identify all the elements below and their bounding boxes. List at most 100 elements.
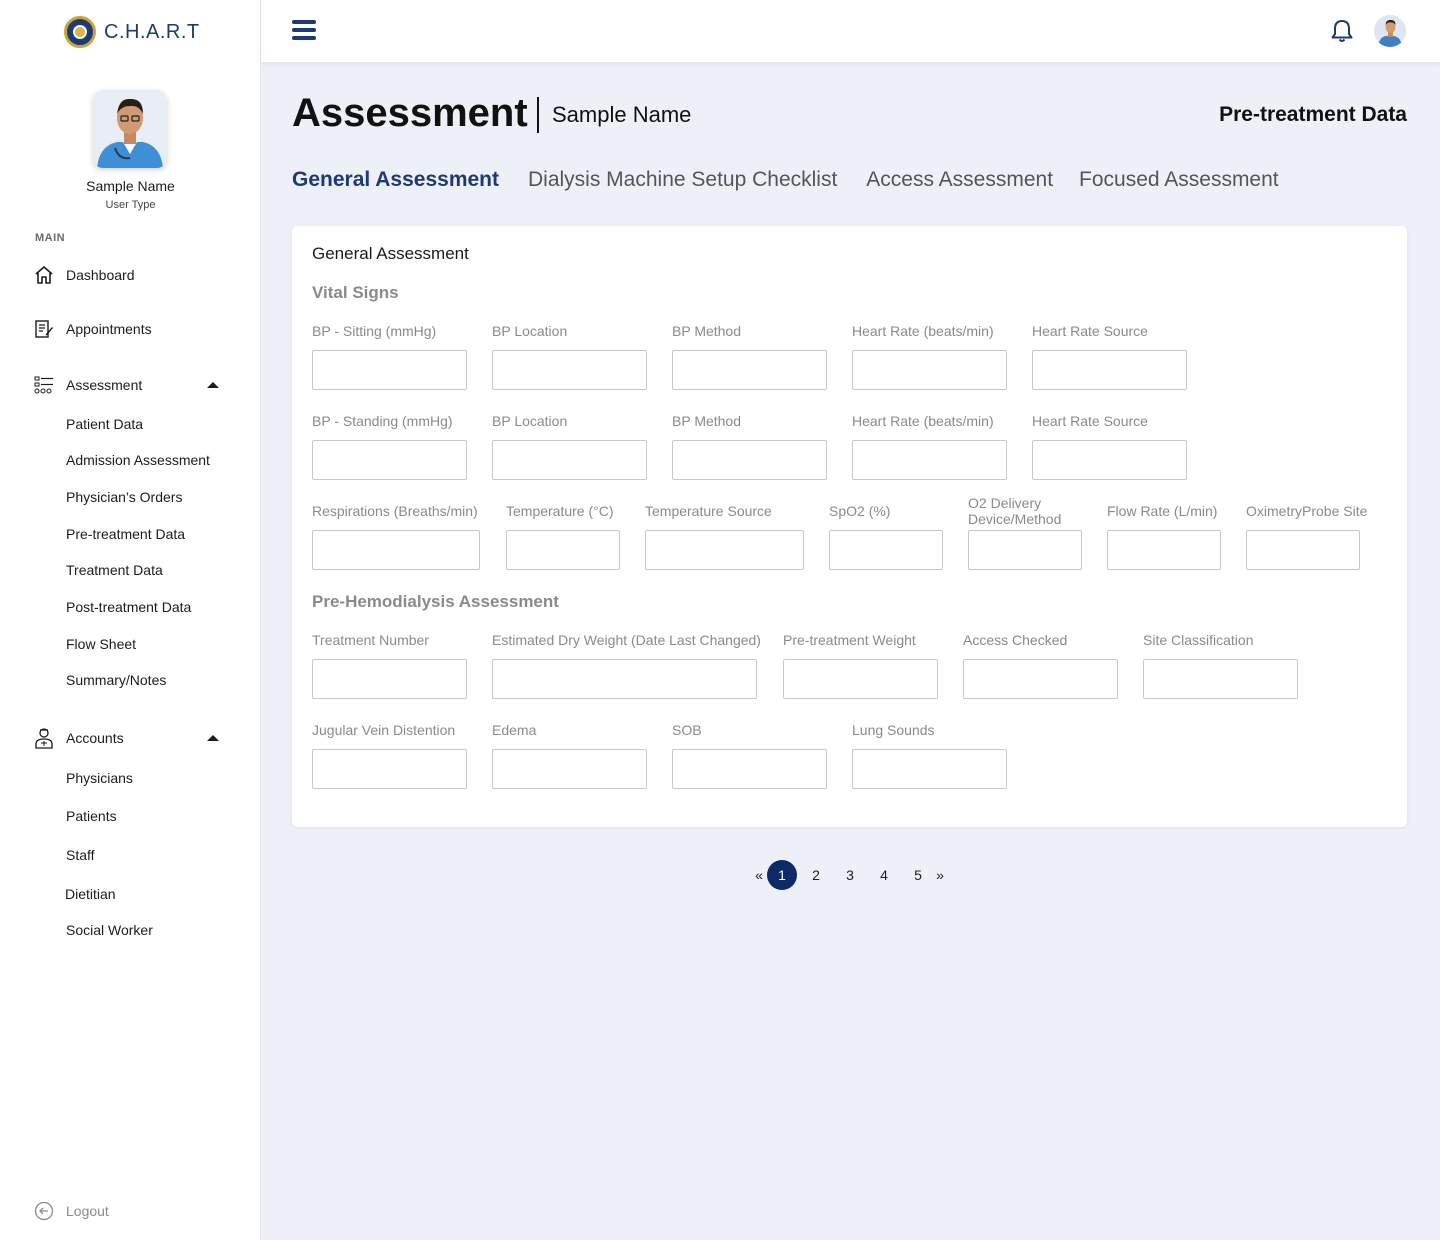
title-divider (537, 97, 539, 133)
lung-sounds-input[interactable] (852, 749, 1007, 789)
spo2-input[interactable] (829, 530, 943, 570)
app-logo[interactable]: C.H.A.R.T (64, 16, 200, 48)
pagination-page-2[interactable]: 2 (808, 860, 824, 890)
bp-method-standing-label: BP Method (672, 413, 742, 429)
assessment-tabs: General Assessment Dialysis Machine Setu… (292, 168, 1308, 192)
sidebar-subitem-dietitian[interactable]: Dietitian (65, 886, 116, 902)
sidebar-item-label: Accounts (66, 730, 124, 746)
sob-input[interactable] (672, 749, 827, 789)
logout-button[interactable]: Logout (34, 1201, 109, 1221)
estimated-dry-weight-input[interactable] (492, 659, 757, 699)
tab-dialysis-machine-setup-checklist[interactable]: Dialysis Machine Setup Checklist (528, 168, 837, 192)
sidebar-item-accounts[interactable]: Accounts (34, 728, 124, 749)
pagination-prev-button[interactable]: « (752, 860, 766, 890)
collapse-caret-icon[interactable] (207, 382, 219, 388)
access-checked-input[interactable] (963, 659, 1118, 699)
assessment-list-icon (34, 375, 54, 395)
tab-general-assessment[interactable]: General Assessment (292, 168, 499, 192)
jugular-vein-distention-label: Jugular Vein Distention (312, 722, 456, 738)
bp-method-standing-input[interactable] (672, 440, 827, 480)
tab-focused-assessment[interactable]: Focused Assessment (1079, 168, 1279, 192)
tab-access-assessment[interactable]: Access Assessment (866, 168, 1053, 192)
sidebar-item-assessment[interactable]: Assessment (34, 375, 142, 395)
heart-rate-standing-input[interactable] (852, 440, 1007, 480)
sidebar-subitem-flow-sheet[interactable]: Flow Sheet (66, 636, 136, 652)
sidebar-item-appointments[interactable]: Appointments (34, 319, 152, 339)
sidebar-section-label: MAIN (35, 232, 66, 244)
treatment-number-input[interactable] (312, 659, 467, 699)
oximetry-probe-site-input[interactable] (1246, 530, 1360, 570)
logo-emblem-icon (64, 16, 96, 48)
heart-rate-source-standing-label: Heart Rate Source (1032, 413, 1148, 429)
heart-rate-source-sitting-label: Heart Rate Source (1032, 323, 1148, 339)
page-title: Assessment (292, 91, 528, 135)
pagination-page-1[interactable]: 1 (767, 860, 797, 890)
sidebar-subitem-admission-assessment[interactable]: Admission Assessment (66, 452, 210, 468)
sidebar-subitem-staff[interactable]: Staff (66, 847, 95, 863)
temperature-source-input[interactable] (645, 530, 804, 570)
bp-standing-label: BP - Standing (mmHg) (312, 413, 453, 429)
sidebar-subitem-patients[interactable]: Patients (66, 808, 117, 824)
temperature-label: Temperature (°C) (506, 503, 614, 519)
page-section-title: Pre-treatment Data (1219, 103, 1407, 126)
profile-user-type: User Type (105, 199, 156, 211)
bp-location-standing-input[interactable] (492, 440, 647, 480)
respirations-input[interactable] (312, 530, 480, 570)
spo2-label: SpO2 (%) (829, 503, 891, 519)
treatment-number-label: Treatment Number (312, 632, 429, 648)
bp-method-sitting-input[interactable] (672, 350, 827, 390)
heart-rate-source-standing-input[interactable] (1032, 440, 1187, 480)
profile-photo (93, 90, 167, 168)
temperature-source-label: Temperature Source (645, 503, 772, 519)
pagination-page-3[interactable]: 3 (842, 860, 858, 890)
bp-location-standing-label: BP Location (492, 413, 568, 429)
logo-text: C.H.A.R.T (104, 20, 200, 43)
document-edit-icon (34, 319, 54, 339)
bp-sitting-input[interactable] (312, 350, 467, 390)
heart-rate-sitting-input[interactable] (852, 350, 1007, 390)
sidebar-item-label: Dashboard (66, 267, 135, 283)
card-title: General Assessment (312, 244, 469, 263)
sidebar-item-dashboard[interactable]: Dashboard (34, 265, 135, 285)
jugular-vein-distention-input[interactable] (312, 749, 467, 789)
user-badge-icon (34, 728, 54, 749)
menu-icon[interactable] (292, 20, 316, 40)
pagination-next-button[interactable]: » (933, 860, 947, 890)
sidebar-item-label: Appointments (66, 321, 152, 337)
bp-location-sitting-label: BP Location (492, 323, 568, 339)
notification-bell-icon[interactable] (1329, 18, 1355, 44)
flow-rate-label: Flow Rate (L/min) (1107, 503, 1218, 519)
heart-rate-standing-label: Heart Rate (beats/min) (852, 413, 994, 429)
pagination-page-4[interactable]: 4 (876, 860, 892, 890)
sidebar-subitem-treatment-data[interactable]: Treatment Data (66, 562, 163, 578)
bp-method-sitting-label: BP Method (672, 323, 742, 339)
sidebar-subitem-post-treatment-data[interactable]: Post-treatment Data (66, 599, 191, 615)
o2-delivery-input[interactable] (968, 530, 1082, 570)
top-bar (261, 0, 1440, 62)
sidebar-subitem-physicians[interactable]: Physicians (66, 770, 133, 786)
sidebar-subitem-physicians-orders[interactable]: Physician’s Orders (66, 489, 182, 505)
sidebar-subitem-social-worker[interactable]: Social Worker (66, 922, 153, 938)
heart-rate-source-sitting-input[interactable] (1032, 350, 1187, 390)
site-classification-label: Site Classification (1143, 632, 1254, 648)
sidebar-item-label: Assessment (66, 377, 143, 393)
pre-hemodialysis-heading: Pre-Hemodialysis Assessment (312, 592, 559, 611)
sidebar-subitem-summary-notes[interactable]: Summary/Notes (66, 672, 166, 688)
collapse-caret-icon[interactable] (207, 735, 219, 741)
bp-sitting-label: BP - Sitting (mmHg) (312, 323, 437, 339)
home-icon (34, 265, 54, 285)
bp-location-sitting-input[interactable] (492, 350, 647, 390)
user-avatar[interactable] (1374, 15, 1406, 47)
general-assessment-card: General Assessment Vital Signs BP - Sitt… (292, 226, 1407, 827)
temperature-input[interactable] (506, 530, 620, 570)
edema-input[interactable] (492, 749, 647, 789)
site-classification-input[interactable] (1143, 659, 1298, 699)
pre-treatment-weight-input[interactable] (783, 659, 938, 699)
profile-name: Sample Name (86, 178, 175, 194)
flow-rate-input[interactable] (1107, 530, 1221, 570)
sidebar-subitem-pre-treatment-data[interactable]: Pre-treatment Data (66, 526, 185, 542)
estimated-dry-weight-label: Estimated Dry Weight (Date Last Changed) (492, 632, 761, 648)
pagination-page-5[interactable]: 5 (910, 860, 926, 890)
bp-standing-input[interactable] (312, 440, 467, 480)
sidebar-subitem-patient-data[interactable]: Patient Data (66, 416, 143, 432)
